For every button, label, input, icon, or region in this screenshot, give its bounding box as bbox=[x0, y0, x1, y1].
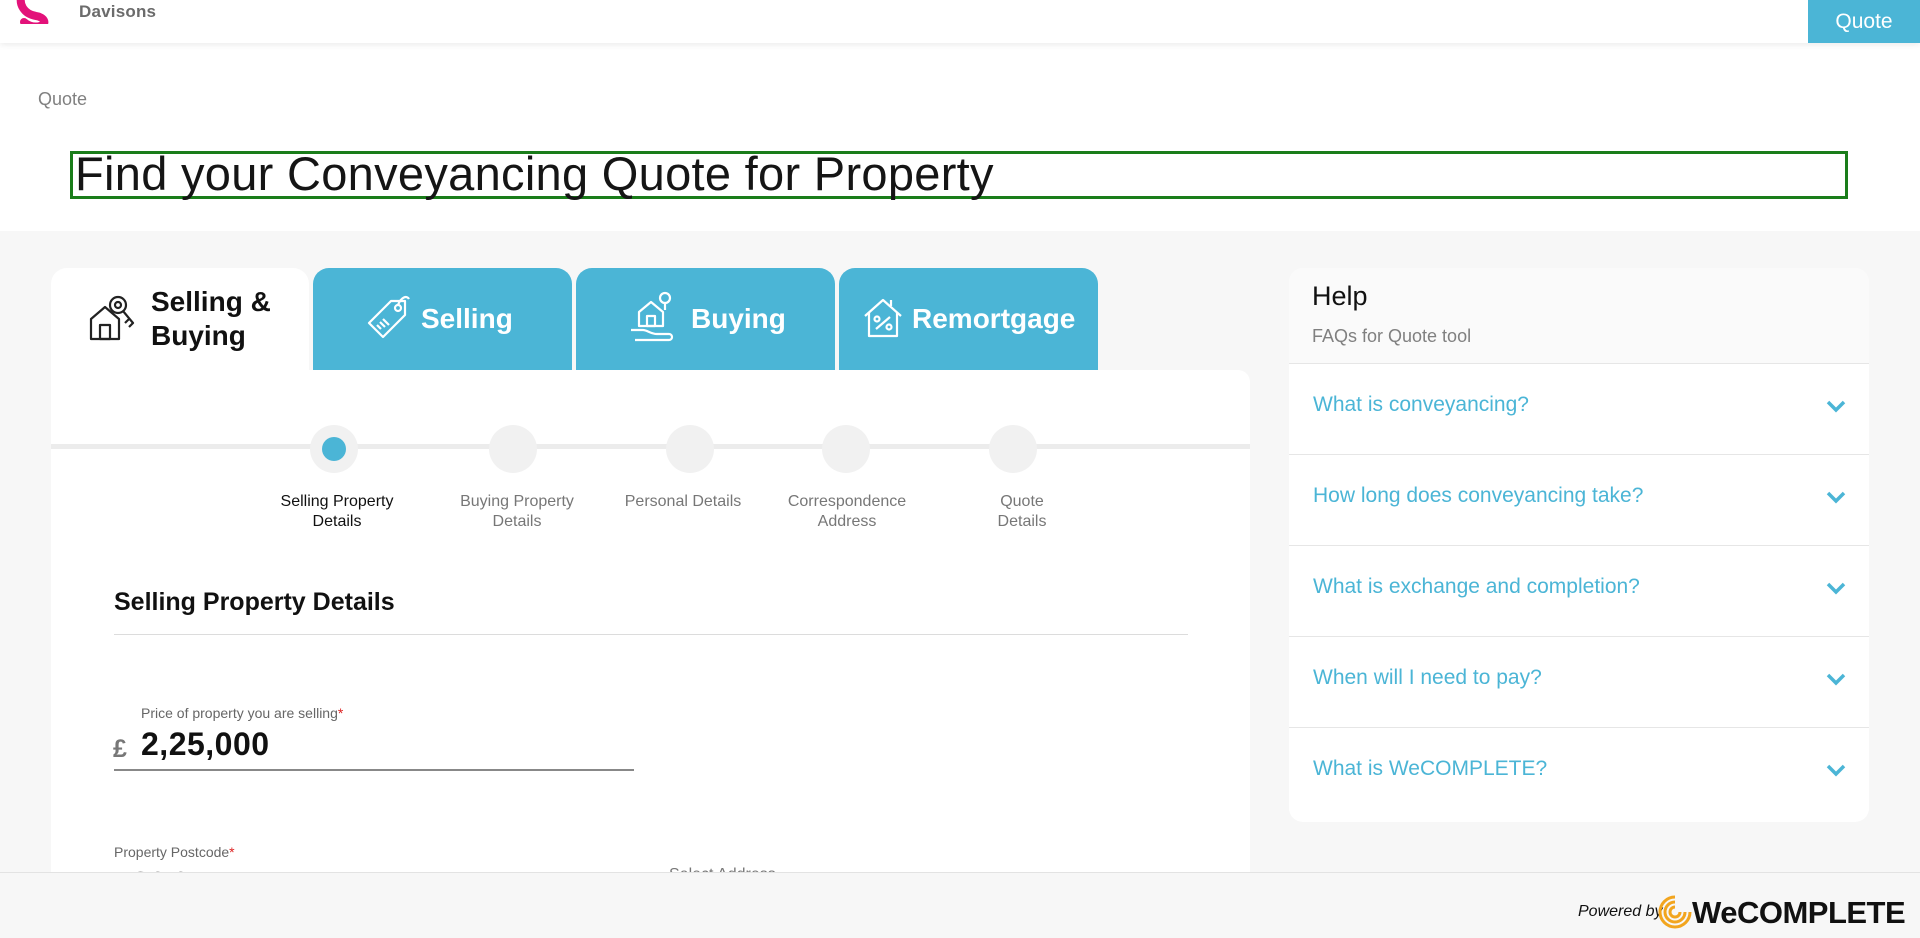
wecomplete-brand[interactable]: WeCOMPLETE bbox=[1692, 895, 1906, 931]
chevron-down-icon bbox=[1826, 400, 1846, 413]
tab-selling-and-buying[interactable]: Selling & Buying bbox=[51, 268, 309, 370]
chevron-down-icon bbox=[1826, 764, 1846, 777]
house-percent-icon bbox=[862, 294, 904, 345]
price-input[interactable] bbox=[141, 722, 561, 766]
faq-item-conveyancing[interactable]: What is conveyancing? bbox=[1289, 364, 1869, 455]
pound-sign-icon: £ bbox=[113, 735, 127, 763]
chevron-down-icon bbox=[1826, 582, 1846, 595]
tab-selling-label: Selling bbox=[421, 303, 513, 334]
page-title: Find your Conveyancing Quote for Propert… bbox=[75, 147, 994, 200]
faq-question: What is WeCOMPLETE? bbox=[1313, 757, 1548, 780]
step-5-label: Quote Details bbox=[997, 493, 1047, 530]
step-5-indicator[interactable] bbox=[989, 425, 1037, 473]
stepper-track bbox=[51, 444, 1250, 449]
tab-selling[interactable]: Selling bbox=[313, 268, 572, 370]
faq-item-payment[interactable]: When will I need to pay? bbox=[1289, 637, 1869, 728]
tab-buying[interactable]: Buying bbox=[576, 268, 835, 370]
faq-item-exchange-completion[interactable]: What is exchange and completion? bbox=[1289, 546, 1869, 637]
price-tag-icon bbox=[365, 293, 411, 346]
chevron-down-icon bbox=[1826, 673, 1846, 686]
step-4-label: Correspondence Address bbox=[787, 493, 907, 530]
top-navigation-bar: Davisons Quote bbox=[0, 0, 1920, 43]
faq-question: What is conveyancing? bbox=[1313, 393, 1529, 416]
price-input-underline bbox=[114, 769, 634, 771]
tab-buying-label: Buying bbox=[691, 303, 786, 334]
faq-question: What is exchange and completion? bbox=[1313, 575, 1640, 598]
chevron-down-icon bbox=[1826, 491, 1846, 504]
step-2-indicator[interactable] bbox=[489, 425, 537, 473]
tab-selling-and-buying-label: Selling & Buying bbox=[151, 286, 271, 351]
step-1-indicator[interactable] bbox=[310, 425, 358, 473]
page-title-container: Find your Conveyancing Quote for Propert… bbox=[70, 147, 1848, 200]
faq-question: How long does conveyancing take? bbox=[1313, 484, 1644, 507]
step-3-indicator[interactable] bbox=[666, 425, 714, 473]
help-subtitle: FAQs for Quote tool bbox=[1312, 326, 1472, 346]
active-step-dot bbox=[322, 437, 346, 461]
help-panel: Help FAQs for Quote tool What is conveya… bbox=[1289, 268, 1869, 822]
house-key-icon bbox=[87, 291, 137, 348]
section-divider bbox=[114, 634, 1188, 635]
page-header: Quote Find your Conveyancing Quote for P… bbox=[0, 43, 1920, 231]
postcode-field-label: Property Postcode* bbox=[114, 844, 235, 860]
house-in-hand-icon bbox=[629, 290, 677, 349]
logo-text: Davisons bbox=[79, 2, 157, 21]
section-title: Selling Property Details bbox=[114, 588, 395, 616]
step-1-label: Selling Property Details bbox=[280, 493, 394, 530]
footer: Powered by WeCOMPLETE bbox=[0, 872, 1920, 938]
help-header: Help FAQs for Quote tool bbox=[1289, 268, 1869, 364]
step-2-label: Buying Property Details bbox=[460, 493, 574, 530]
davisons-logo-icon[interactable] bbox=[14, 0, 64, 24]
tab-remortgage-label: Remortgage bbox=[912, 303, 1076, 334]
quote-nav-button[interactable]: Quote bbox=[1808, 0, 1920, 43]
required-asterisk: * bbox=[337, 705, 344, 721]
faq-item-duration[interactable]: How long does conveyancing take? bbox=[1289, 455, 1869, 546]
help-title: Help bbox=[1312, 281, 1368, 311]
step-4-indicator[interactable] bbox=[822, 425, 870, 473]
faq-question: When will I need to pay? bbox=[1313, 666, 1542, 689]
powered-by-text: Powered by bbox=[1578, 903, 1663, 920]
wecomplete-logo-icon bbox=[1658, 895, 1692, 929]
faq-item-wecomplete[interactable]: What is WeCOMPLETE? bbox=[1289, 728, 1869, 819]
breadcrumb[interactable]: Quote bbox=[38, 89, 87, 110]
tab-remortgage[interactable]: Remortgage bbox=[839, 268, 1098, 370]
quote-form-card: Selling Property Details Buying Property D… bbox=[51, 370, 1250, 890]
step-3-label: Personal Details bbox=[624, 493, 742, 510]
price-field-label: Price of property you are selling* bbox=[141, 705, 344, 721]
